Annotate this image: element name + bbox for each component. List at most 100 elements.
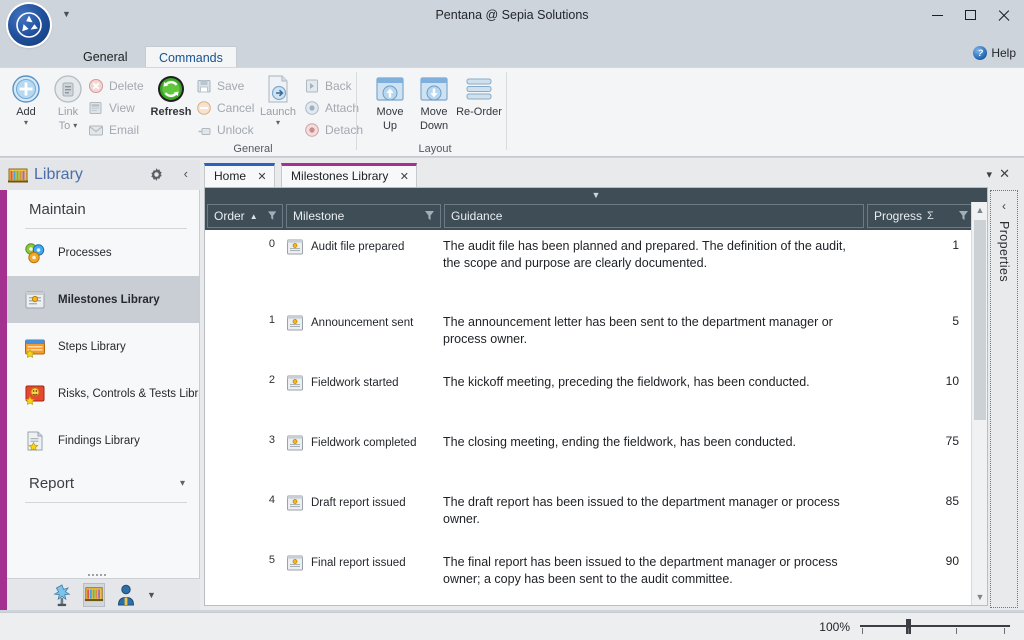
link-to-caret-icon[interactable]: ▾ [73,121,77,129]
gear-icon[interactable] [149,167,164,182]
unlock-icon [198,127,211,135]
link-to-label-1: Link [57,106,79,118]
table-row[interactable]: 3 Fieldwork completed The closing meetin… [205,426,971,486]
view-button[interactable]: View [88,97,135,118]
summary-sigma-icon[interactable]: Σ [927,210,934,222]
view-label: View [109,100,135,115]
table-row[interactable]: 5 Final report issued The final report h… [205,546,971,605]
launch-caret-icon[interactable]: ▾ [276,118,280,126]
column-header-guidance[interactable]: Guidance [444,204,864,228]
chevron-left-icon[interactable]: ‹ [1002,199,1006,213]
sidebar-item-findings-library-label: Findings Library [58,434,140,447]
more-caret-icon[interactable]: ▼ [147,590,156,600]
launch-label: Launch [259,106,297,118]
grid-vertical-scrollbar[interactable]: ▲ ▼ [971,202,987,605]
table-row[interactable]: 4 Draft report issued The draft report h… [205,486,971,546]
tab-close-all-icon[interactable]: ✕ [999,166,1010,182]
help-label: Help [991,46,1016,60]
refresh-button[interactable]: Refresh [142,73,200,119]
back-button[interactable]: Back [304,75,352,96]
email-button[interactable]: Email [88,119,139,140]
library-icon[interactable] [83,582,106,607]
close-button[interactable] [987,0,1020,30]
cell-milestone-label: Draft report issued [311,497,406,509]
sidebar-accent-bar [0,190,7,610]
cell-milestone-label: Fieldwork completed [311,437,417,449]
planning-icon[interactable] [51,583,73,607]
library-icon [8,168,28,183]
add-caret-icon[interactable]: ▾ [24,118,28,126]
sidebar-item-findings-library[interactable]: Findings Library [7,417,199,464]
unlock-button[interactable]: Unlock [196,119,254,140]
minimize-button[interactable] [921,0,954,30]
zoom-level-label: 100% [819,619,850,634]
delete-button[interactable]: Delete [88,75,144,96]
table-row[interactable]: 0 Audit file prepared The audit file has… [205,230,971,306]
zoom-tick [956,627,957,634]
link-to-button[interactable]: Link To ▾ [46,73,90,132]
launch-button[interactable]: Launch ▾ [254,73,302,126]
table-row[interactable]: 1 Announcement sent The announcement let… [205,306,971,366]
tab-home-close-icon[interactable]: ✕ [257,171,266,183]
column-header-order[interactable]: Order ▲ [207,204,283,228]
cell-order: 5 [268,554,275,566]
scroll-up-arrow-icon[interactable]: ▲ [972,202,988,218]
add-button[interactable]: Add ▾ [4,73,48,126]
grid-group-panel[interactable]: ▼ [205,188,987,202]
tab-milestones-library-close-icon[interactable]: ✕ [400,171,409,183]
move-up-button[interactable]: Move Up [368,73,412,132]
detach-icon [305,122,319,137]
sidebar-section-report[interactable]: Report ▾ [7,464,199,502]
sidebar-item-steps-library[interactable]: Steps Library [7,323,199,370]
ribbon-tab-general[interactable]: General [70,46,140,68]
tab-milestones-library-label: Milestones Library [291,169,389,183]
cell-progress: 75 [945,434,959,448]
attach-button[interactable]: Attach [304,97,359,118]
scrollbar-thumb[interactable] [974,220,986,420]
sidebar-resize-grip[interactable] [88,573,110,577]
sidebar-collapse-button[interactable]: ‹ [184,166,188,181]
filter-icon[interactable] [425,211,434,221]
table-row[interactable]: 2 Fieldwork started The kickoff meeting,… [205,366,971,426]
filter-icon[interactable] [959,211,968,221]
milestone-icon [287,495,303,511]
refresh-icon [158,76,184,102]
ribbon: Add ▾ Link To ▾ Delete View Email Refres… [0,67,1024,157]
app-logo-button[interactable] [8,4,50,46]
tab-home[interactable]: Home ✕ [204,163,275,187]
zoom-slider[interactable] [860,618,1010,635]
help-button[interactable]: ? Help [973,46,1016,60]
cell-milestone: Announcement sent [281,314,443,353]
application-window: Pentana @ Sepia Solutions ▼ General Comm… [0,0,1024,640]
move-down-button[interactable]: Move Down [412,73,456,132]
sidebar-item-milestones-library[interactable]: Milestones Library [7,276,199,323]
sidebar-item-processes[interactable]: Processes [7,229,199,276]
chevron-down-icon[interactable]: ▾ [180,478,185,489]
filter-icon[interactable] [267,211,276,221]
scroll-down-arrow-icon[interactable]: ▼ [972,589,988,605]
sort-ascending-icon[interactable]: ▲ [250,212,258,221]
cancel-button[interactable]: Cancel [196,97,254,118]
save-button[interactable]: Save [196,75,244,96]
tab-milestones-library[interactable]: Milestones Library ✕ [281,163,417,187]
people-icon[interactable] [115,583,137,607]
chevron-down-icon[interactable]: ▼ [592,191,601,200]
cell-guidance: The final report has been issued to the … [443,555,838,586]
detach-button[interactable]: Detach [304,119,363,140]
tab-overflow-caret-icon[interactable]: ▾ [986,168,992,181]
unlock-label: Unlock [217,122,254,137]
column-header-progress[interactable]: Progress Σ [867,204,975,228]
ribbon-tab-commands[interactable]: Commands [144,46,237,68]
sidebar-item-risks-controls-tests-library[interactable]: Risks, Controls & Tests Libra [7,370,199,417]
re-order-icon [466,78,492,100]
cell-milestone: Final report issued [281,554,443,593]
quick-access-toolbar-caret[interactable]: ▼ [62,10,71,19]
email-label: Email [109,122,140,137]
re-order-button[interactable]: Re-Order [454,73,504,119]
grid-rows: 0 Audit file prepared The audit file has… [205,230,971,605]
save-label: Save [217,78,245,93]
maximize-button[interactable] [954,0,987,30]
column-header-milestone[interactable]: Milestone [286,204,441,228]
cell-progress: 90 [945,554,959,568]
properties-pane[interactable]: ‹ Properties [990,190,1018,608]
